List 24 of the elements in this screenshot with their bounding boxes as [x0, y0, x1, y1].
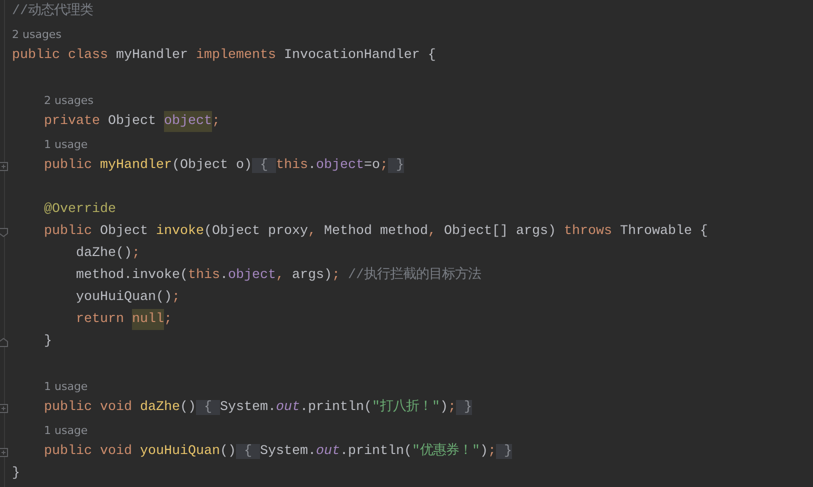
fold-end-icon[interactable]: [0, 338, 8, 346]
collapse-icon[interactable]: [0, 228, 8, 236]
expand-icon[interactable]: [0, 162, 8, 170]
code-line: method.invoke(this.object, args); //执行拦截的目标方法: [76, 266, 481, 285]
code-line: public myHandler(Object o) { this.object=o; }: [44, 157, 404, 175]
code-line: public Object invoke(Object proxy, Method method, Object[] args) throws Throwable {: [44, 223, 708, 241]
code-line: return null;: [76, 309, 172, 331]
expand-icon[interactable]: [0, 404, 8, 412]
usages-hint[interactable]: 2 usages: [12, 28, 62, 40]
code-line: //动态代理类: [12, 2, 93, 21]
code-line: daZhe();: [76, 245, 140, 263]
expand-icon[interactable]: [0, 448, 8, 456]
code-line: }: [44, 333, 52, 351]
usages-hint[interactable]: 1 usage: [44, 380, 88, 392]
code-line: public void daZhe() { System.out.println("打八折！"); }: [44, 398, 472, 417]
code-line: public void youHuiQuan() { System.out.println("优惠券！"); }: [44, 442, 512, 461]
code-line: }: [12, 465, 20, 483]
usages-hint[interactable]: 1 usage: [44, 424, 88, 436]
usages-hint[interactable]: 2 usages: [44, 94, 94, 106]
code-line: @Override: [44, 201, 116, 219]
code-line: public class myHandler implements InvocationHandler {: [12, 47, 436, 65]
usages-hint[interactable]: 1 usage: [44, 138, 88, 150]
code-line: youHuiQuan();: [76, 289, 180, 307]
code-line: private Object object;: [44, 111, 220, 133]
